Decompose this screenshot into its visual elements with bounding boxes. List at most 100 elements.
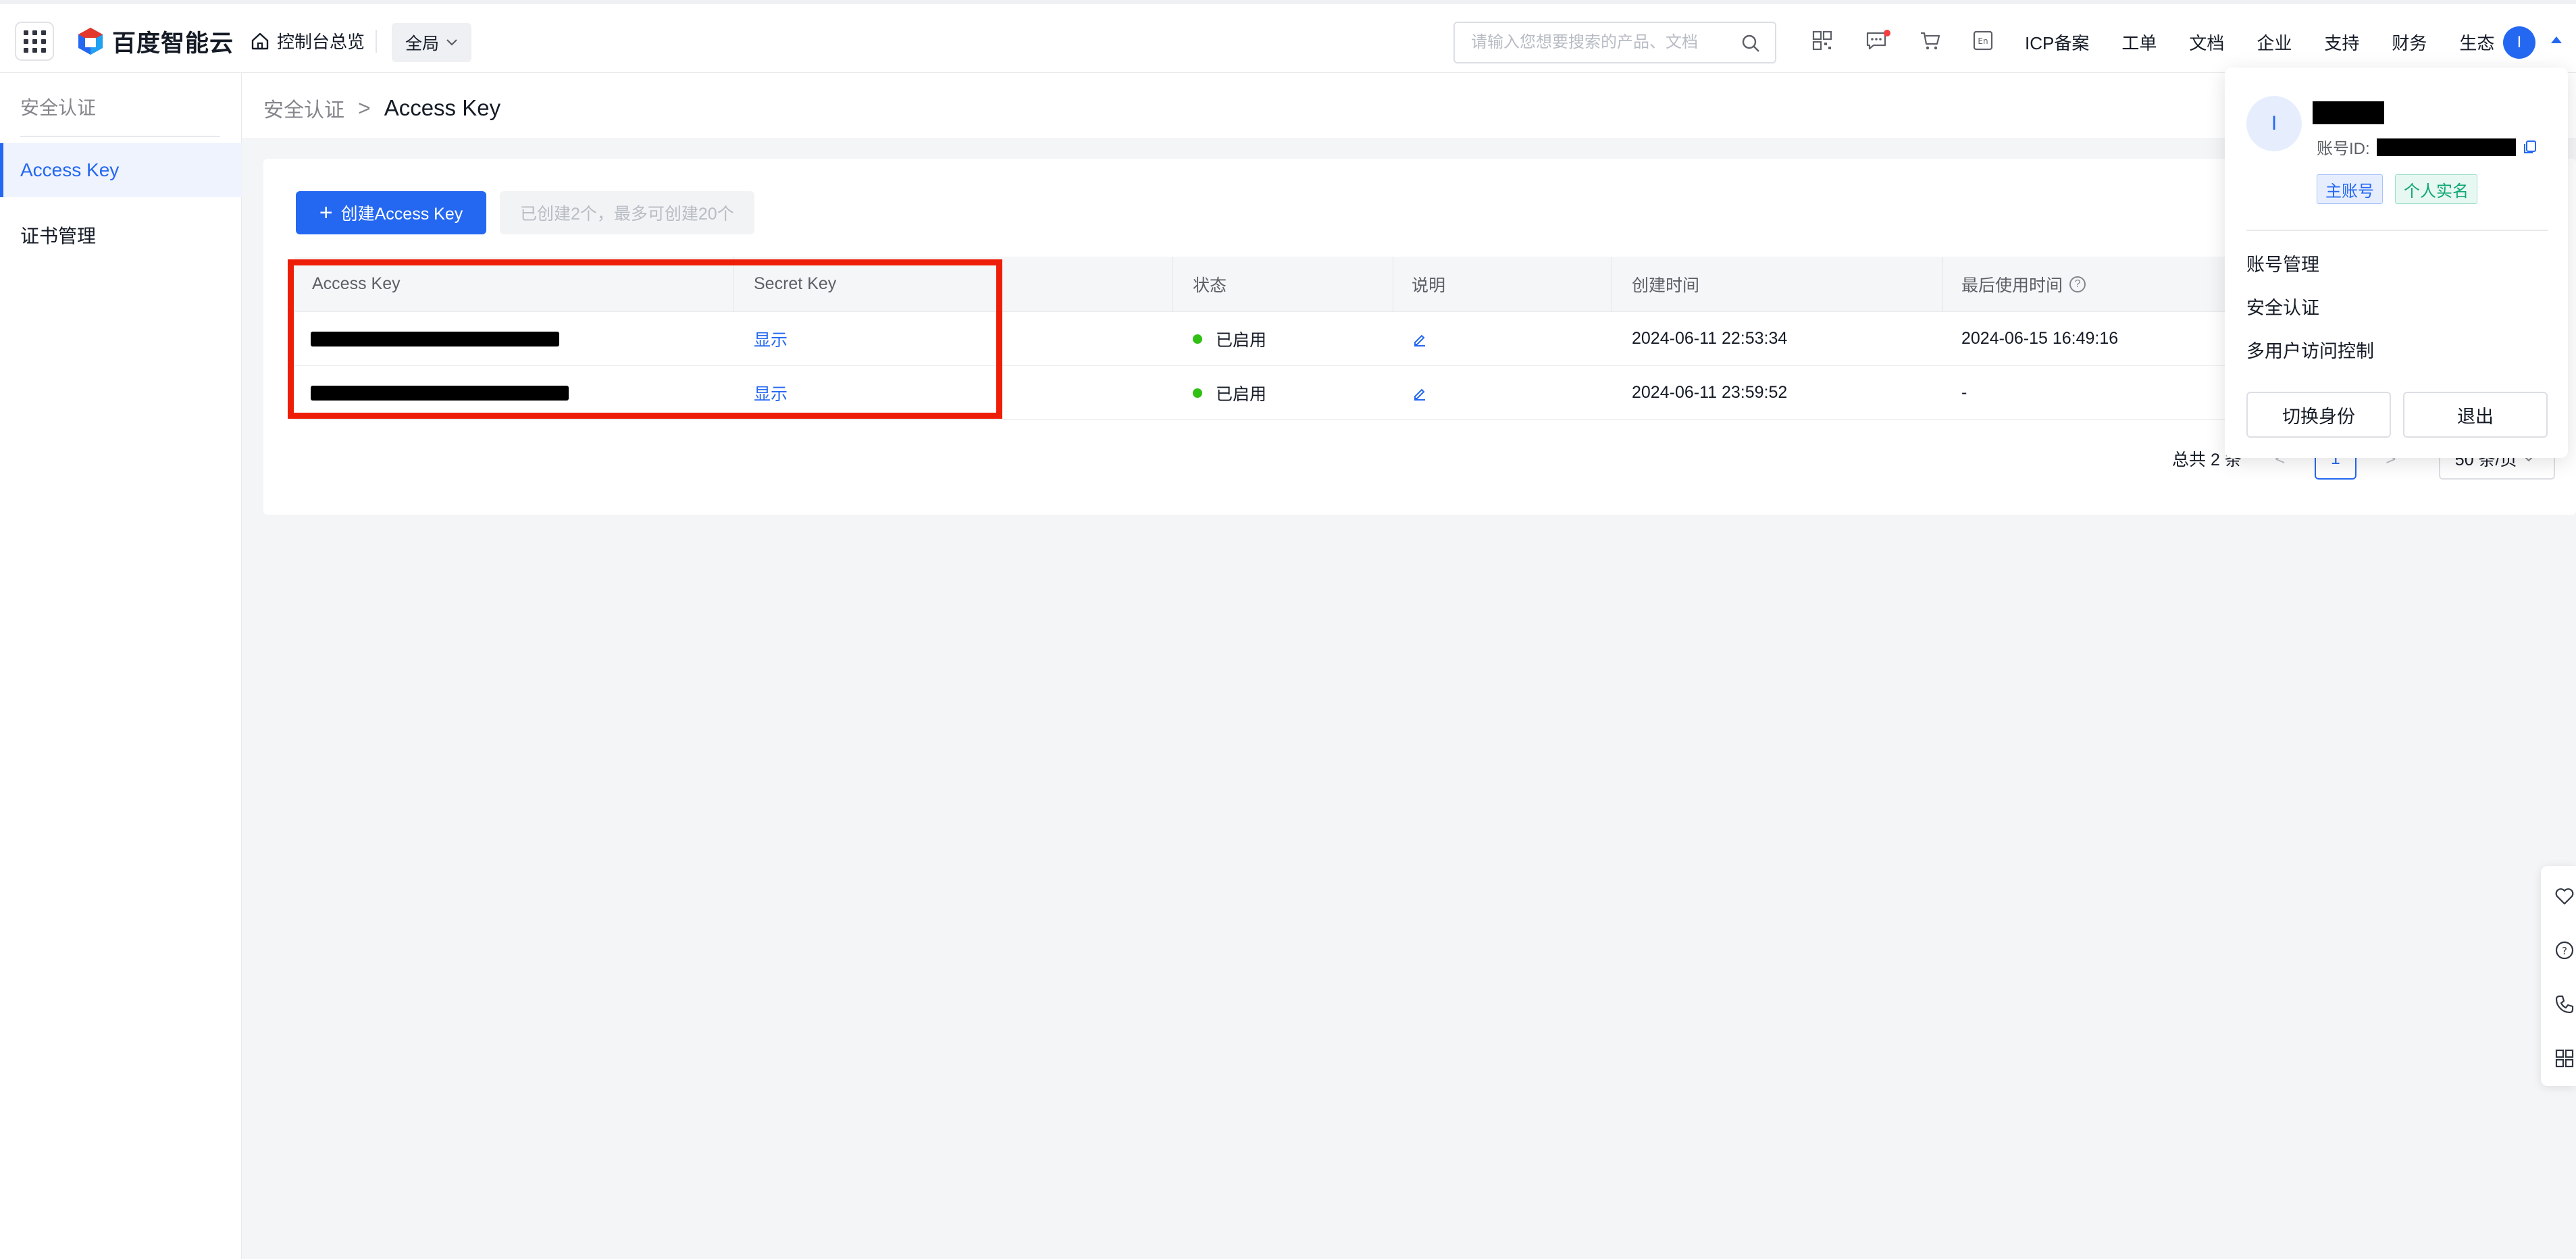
status-dot-icon xyxy=(1193,334,1202,344)
show-secret-link[interactable]: 显示 xyxy=(754,312,788,365)
nav-link-finance[interactable]: 财务 xyxy=(2392,30,2427,55)
language-icon[interactable]: En xyxy=(1972,30,1994,51)
user-menu-divider xyxy=(2246,230,2548,231)
column-header-description: 说明 xyxy=(1412,276,1446,295)
account-tags: 主账号 个人实名 xyxy=(2317,174,2477,204)
access-key-table: Access Key Secret Key 状态 说明 创建时间 最后使用时间 … xyxy=(294,257,2544,420)
global-search-box[interactable] xyxy=(1453,22,1776,63)
table-row: 显示 已启用 2024-06-11 22:53:34 2024-06-15 16… xyxy=(294,312,2544,366)
brand-name: 百度智能云 xyxy=(112,30,234,57)
menu-item-security-auth[interactable]: 安全认证 xyxy=(2246,293,2319,319)
nav-link-enterprise[interactable]: 企业 xyxy=(2257,30,2292,55)
help-icon[interactable]: ? xyxy=(2069,276,2086,292)
access-key-value xyxy=(311,366,569,419)
last-used-time: - xyxy=(1961,383,1967,402)
access-key-value xyxy=(311,312,559,365)
column-header-secret-key: Secret Key xyxy=(754,274,837,293)
breadcrumb: 安全认证 > Access Key xyxy=(263,93,500,123)
nav-link-docs[interactable]: 文档 xyxy=(2189,30,2224,55)
unread-badge xyxy=(1884,30,1890,36)
redacted-access-key xyxy=(311,385,569,401)
phone-icon[interactable] xyxy=(2554,994,2575,1014)
sidebar-title: 安全认证 xyxy=(20,97,97,118)
top-nav-links: ICP备案 工单 文档 企业 支持 财务 生态 xyxy=(2025,30,2527,55)
column-header-created: 创建时间 xyxy=(1632,276,1700,295)
sidebar-divider xyxy=(20,136,220,137)
sidebar-item-access-key[interactable]: Access Key xyxy=(0,143,242,197)
menu-item-account-management[interactable]: 账号管理 xyxy=(2246,250,2319,276)
nav-link-ecosystem[interactable]: 生态 xyxy=(2459,30,2494,55)
last-used-time: 2024-06-15 16:49:16 xyxy=(1961,329,2119,348)
last-used-label: 最后使用时间 xyxy=(1961,276,2063,295)
nav-link-ticket[interactable]: 工单 xyxy=(2121,30,2157,55)
show-secret-label: 显示 xyxy=(754,384,788,404)
column-divider xyxy=(1942,257,1943,311)
favorite-icon[interactable] xyxy=(2554,886,2575,906)
column-header-status: 状态 xyxy=(1193,276,1227,295)
switch-identity-button[interactable]: 切换身份 xyxy=(2246,392,2391,438)
console-home-link[interactable]: 控制台总览 xyxy=(250,28,365,53)
region-label: 全局 xyxy=(405,34,439,53)
apps-grid-icon[interactable] xyxy=(15,22,54,61)
verified-tag: 个人实名 xyxy=(2395,174,2477,204)
chevron-down-icon xyxy=(446,39,457,46)
edit-description-button[interactable] xyxy=(1412,312,1428,365)
status-cell: 已启用 xyxy=(1193,312,1266,365)
region-select[interactable]: 全局 xyxy=(392,23,471,62)
user-menu-dropdown: I 账号ID: 主账号 个人实名 账号管理 安全认证 多用户访问控制 切换身份 … xyxy=(2225,68,2568,458)
user-menu-avatar: I xyxy=(2246,96,2302,151)
created-time: 2024-06-11 22:53:34 xyxy=(1632,329,1788,348)
status-cell: 已启用 xyxy=(1193,366,1266,419)
status-text: 已启用 xyxy=(1216,384,1267,404)
column-divider xyxy=(733,257,734,311)
svg-text:?: ? xyxy=(2562,945,2567,957)
top-nav-bar: 百度智能云 控制台总览 全局 请输入您想要搜索的产品、文档 En ICP备案 工… xyxy=(0,0,2576,73)
cloud-logo-icon xyxy=(78,28,103,55)
show-secret-link[interactable]: 显示 xyxy=(754,366,788,419)
plus-icon: + xyxy=(319,200,333,226)
console-home-label: 控制台总览 xyxy=(277,32,365,52)
status-dot-icon xyxy=(1193,388,1202,398)
main-account-tag: 主账号 xyxy=(2317,174,2383,204)
edit-description-button[interactable] xyxy=(1412,366,1428,419)
home-icon xyxy=(251,32,269,49)
brand-logo[interactable]: 百度智能云 xyxy=(76,26,234,57)
nav-divider xyxy=(376,30,377,53)
nav-link-support[interactable]: 支持 xyxy=(2324,30,2359,55)
table-header: Access Key Secret Key 状态 说明 创建时间 最后使用时间 … xyxy=(294,257,2544,312)
page-title: Access Key xyxy=(384,95,501,120)
copy-icon[interactable] xyxy=(2523,140,2538,155)
qrcode-icon[interactable] xyxy=(1811,30,1833,51)
nav-link-icp[interactable]: ICP备案 xyxy=(2025,30,2089,55)
created-time: 2024-06-11 23:59:52 xyxy=(1632,383,1788,402)
apps-icon[interactable] xyxy=(2554,1048,2575,1069)
breadcrumb-separator: > xyxy=(358,95,371,120)
create-button-label: 创建Access Key xyxy=(340,205,463,224)
redacted-account-id xyxy=(2376,138,2516,156)
sidebar: 安全认证 Access Key 证书管理 xyxy=(0,73,242,1259)
create-access-key-button[interactable]: + 创建Access Key xyxy=(296,191,486,234)
help-center-icon[interactable]: ? xyxy=(2554,940,2575,960)
search-input[interactable] xyxy=(1471,33,1734,52)
user-avatar[interactable]: I xyxy=(2503,26,2535,59)
column-header-last-used: 最后使用时间 ? xyxy=(1961,257,2086,311)
show-secret-label: 显示 xyxy=(754,330,788,350)
edit-icon xyxy=(1414,388,1425,401)
edit-icon xyxy=(1414,334,1425,346)
account-id-row: 账号ID: xyxy=(2317,135,2538,159)
logout-button[interactable]: 退出 xyxy=(2403,392,2548,438)
breadcrumb-parent[interactable]: 安全认证 xyxy=(263,93,344,123)
sidebar-item-certificates[interactable]: 证书管理 xyxy=(0,208,242,262)
menu-item-iam[interactable]: 多用户访问控制 xyxy=(2246,336,2374,363)
cart-icon[interactable] xyxy=(1920,30,1941,51)
table-row: 显示 已启用 2024-06-11 23:59:52 - xyxy=(294,366,2544,420)
status-text: 已启用 xyxy=(1216,330,1267,350)
redacted-username xyxy=(2313,101,2384,124)
redacted-access-key xyxy=(311,331,559,346)
column-header-access-key: Access Key xyxy=(312,274,401,293)
quota-tip: 已创建2个，最多可创建20个 xyxy=(500,191,754,234)
caret-up-icon xyxy=(2551,36,2562,43)
account-id-label: 账号ID: xyxy=(2317,140,2370,158)
search-icon[interactable] xyxy=(1741,34,1760,53)
floating-toolbar: ? xyxy=(2541,866,2576,1086)
